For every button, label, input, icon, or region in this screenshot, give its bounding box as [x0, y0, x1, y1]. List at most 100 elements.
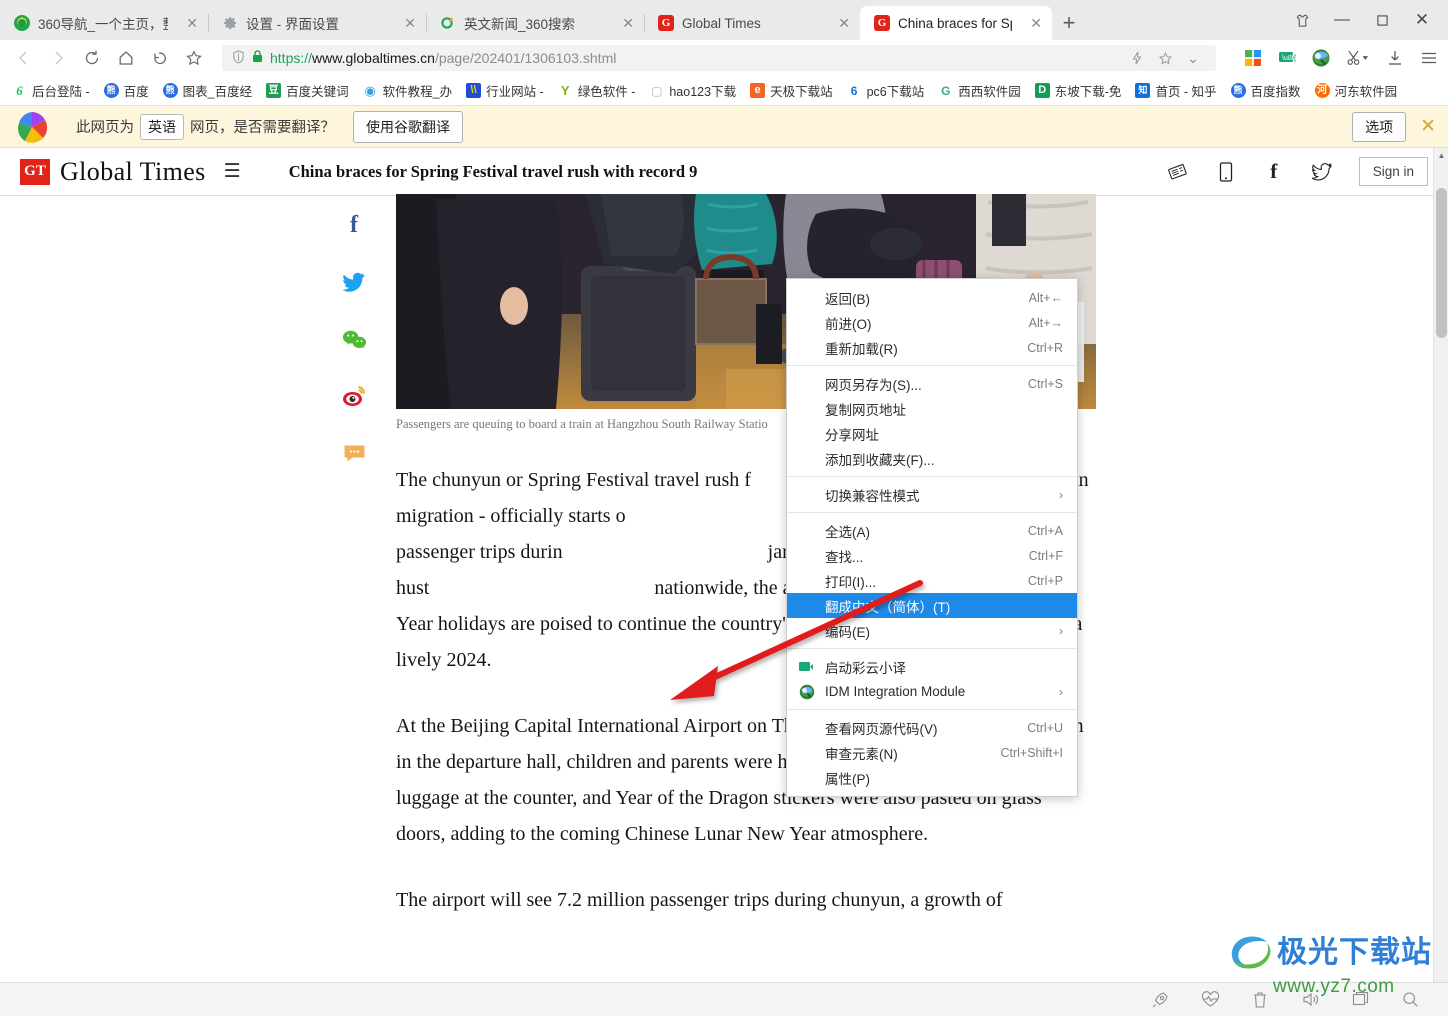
context-menu-item-encoding[interactable]: 编码(E) ›: [787, 618, 1077, 643]
share-comment-icon[interactable]: [341, 440, 367, 466]
bookmark-item[interactable]: 河河东软件园: [1309, 79, 1404, 102]
minimize-button[interactable]: —: [1322, 2, 1362, 38]
context-menu-item-caiyun[interactable]: 启动彩云小译: [787, 654, 1077, 679]
tab-2[interactable]: 英文新闻_360搜索 ✕: [426, 6, 644, 40]
facebook-icon[interactable]: f: [1263, 159, 1285, 184]
context-menu-item-select-all[interactable]: 全选(A) Ctrl+A: [787, 518, 1077, 543]
forward-button[interactable]: [42, 43, 74, 73]
share-wechat-icon[interactable]: [341, 326, 367, 352]
bookmark-item[interactable]: D东坡下载-免: [1029, 79, 1128, 102]
context-menu-item-view-source[interactable]: 查看网页源代码(V) Ctrl+U: [787, 715, 1077, 740]
tab-close-button[interactable]: ✕: [612, 15, 634, 32]
screenshot-scissors-icon[interactable]: [1344, 47, 1372, 69]
menu-item-label: 返回(B): [799, 288, 1029, 308]
menu-item-label: 前进(O): [799, 313, 1029, 333]
menu-item-accel: Alt+→: [1029, 316, 1063, 330]
context-menu-item-save-page[interactable]: 网页另存为(S)... Ctrl+S: [787, 371, 1077, 396]
new-tab-button[interactable]: +: [1052, 6, 1086, 40]
context-menu-item-add-favorite[interactable]: 添加到收藏夹(F)...: [787, 446, 1077, 471]
context-menu-item-idm[interactable]: IDM Integration Module ›: [787, 679, 1077, 704]
bookmark-item[interactable]: ◉软件教程_办: [357, 79, 458, 102]
newspaper-icon[interactable]: [1167, 163, 1189, 181]
history-button[interactable]: [144, 43, 176, 73]
tab-close-button[interactable]: ✕: [394, 15, 416, 32]
bookmark-item[interactable]: e天极下载站: [744, 79, 839, 102]
tab-close-button[interactable]: ✕: [176, 15, 198, 32]
sign-in-button[interactable]: Sign in: [1359, 157, 1428, 186]
context-menu-item-compat-mode[interactable]: 切换兼容性模式 ›: [787, 482, 1077, 507]
mobile-icon[interactable]: [1215, 162, 1237, 182]
context-menu-item-back[interactable]: 返回(B) Alt+←: [787, 285, 1077, 310]
context-menu-item-find[interactable]: 查找... Ctrl+F: [787, 543, 1077, 568]
bookmark-item[interactable]: 熊图表_百度经: [157, 79, 258, 102]
share-weibo-icon[interactable]: [341, 383, 367, 409]
share-twitter-icon[interactable]: [341, 269, 367, 295]
downloads-icon[interactable]: [1384, 47, 1406, 69]
rocket-icon[interactable]: [1150, 990, 1170, 1010]
zoom-icon[interactable]: [1400, 990, 1420, 1010]
bookmark-item[interactable]: 6pc6下载站: [841, 79, 931, 102]
bookmark-item[interactable]: Y绿色软件 -: [552, 79, 642, 102]
heartbeat-icon[interactable]: [1200, 990, 1220, 1010]
bookmark-item[interactable]: 6后台登陆 -: [6, 79, 96, 102]
menu-item-label: 添加到收藏夹(F)...: [799, 449, 1063, 469]
url-host: www.globaltimes.cn: [312, 50, 435, 66]
bookmark-item[interactable]: 豆百度关键词: [260, 79, 355, 102]
scroll-up-button[interactable]: ▲: [1434, 148, 1448, 163]
bookmark-item[interactable]: ▢hao123下载: [643, 79, 742, 102]
windows-apps-icon[interactable]: [1242, 47, 1264, 69]
tab-4-active[interactable]: G China braces for Spring Fes ✕: [860, 6, 1052, 40]
translate-close-button[interactable]: ✕: [1420, 115, 1436, 138]
lightning-icon[interactable]: [1124, 45, 1150, 71]
idm-icon[interactable]: [1310, 47, 1332, 69]
tab-1[interactable]: 设置 - 界面设置 ✕: [208, 6, 426, 40]
context-menu-item-inspect[interactable]: 审查元素(N) Ctrl+Shift+I: [787, 740, 1077, 765]
page-scrollbar[interactable]: ▲ ▼: [1433, 148, 1448, 993]
address-bar[interactable]: https://www.globaltimes.cn/page/202401/1…: [222, 45, 1216, 71]
menu-separator: [787, 512, 1077, 513]
speaker-icon[interactable]: [1300, 990, 1320, 1010]
twitter-icon[interactable]: [1311, 163, 1333, 181]
reload-button[interactable]: [76, 43, 108, 73]
context-menu-item-reload[interactable]: 重新加载(R) Ctrl+R: [787, 335, 1077, 360]
chevron-down-icon[interactable]: ⌄: [1180, 45, 1206, 71]
window-icon[interactable]: [1350, 990, 1370, 1010]
context-menu-item-copy-url[interactable]: 复制网页地址: [787, 396, 1077, 421]
tab-3[interactable]: G Global Times ✕: [644, 6, 860, 40]
context-menu-item-share-url[interactable]: 分享网址: [787, 421, 1077, 446]
home-button[interactable]: [110, 43, 142, 73]
bookmark-favicon: 熊: [163, 83, 178, 98]
use-google-translate-button[interactable]: 使用谷歌翻译: [353, 111, 463, 143]
context-menu-item-forward[interactable]: 前进(O) Alt+→: [787, 310, 1077, 335]
maximize-button[interactable]: [1362, 2, 1402, 38]
caiyun-translate-icon[interactable]: \u8bd1: [1276, 47, 1298, 69]
site-logo[interactable]: GT Global Times: [20, 157, 206, 187]
hamburger-menu-icon[interactable]: ☰: [224, 160, 241, 183]
bookmark-star-button[interactable]: [178, 43, 210, 73]
bookmark-favicon: 熊: [1231, 83, 1246, 98]
translate-language-chip[interactable]: 英语: [140, 114, 184, 140]
bookmark-item[interactable]: \\行业网站 -: [460, 79, 550, 102]
back-button[interactable]: [8, 43, 40, 73]
skin-button[interactable]: [1282, 2, 1322, 38]
tab-0[interactable]: 360导航_一个主页，整个世界 ✕: [0, 6, 208, 40]
bookmark-item[interactable]: 知首页 - 知乎: [1129, 79, 1222, 102]
bookmark-item[interactable]: G西西软件园: [932, 79, 1027, 102]
menu-icon[interactable]: [1418, 47, 1440, 69]
bookmark-item[interactable]: 熊百度: [98, 79, 155, 102]
close-button[interactable]: ✕: [1402, 2, 1442, 38]
translate-options-button[interactable]: 选项: [1352, 112, 1406, 142]
tab-close-button[interactable]: ✕: [1020, 15, 1042, 32]
bookmark-label: 软件教程_办: [383, 81, 452, 100]
menu-item-label: 查看网页源代码(V): [799, 718, 1027, 738]
add-bookmark-icon[interactable]: [1152, 45, 1178, 71]
context-menu-item-properties[interactable]: 属性(P): [787, 765, 1077, 790]
trash-icon[interactable]: [1250, 990, 1270, 1010]
scrollbar-thumb[interactable]: [1436, 188, 1447, 338]
bookmark-item[interactable]: 熊百度指数: [1225, 79, 1307, 102]
bookmark-label: 图表_百度经: [183, 81, 252, 100]
share-facebook-icon[interactable]: f: [341, 212, 367, 238]
context-menu-item-translate-to-chinese[interactable]: 翻成中文（简体）(T): [787, 593, 1077, 618]
tab-close-button[interactable]: ✕: [828, 15, 850, 32]
context-menu-item-print[interactable]: 打印(I)... Ctrl+P: [787, 568, 1077, 593]
